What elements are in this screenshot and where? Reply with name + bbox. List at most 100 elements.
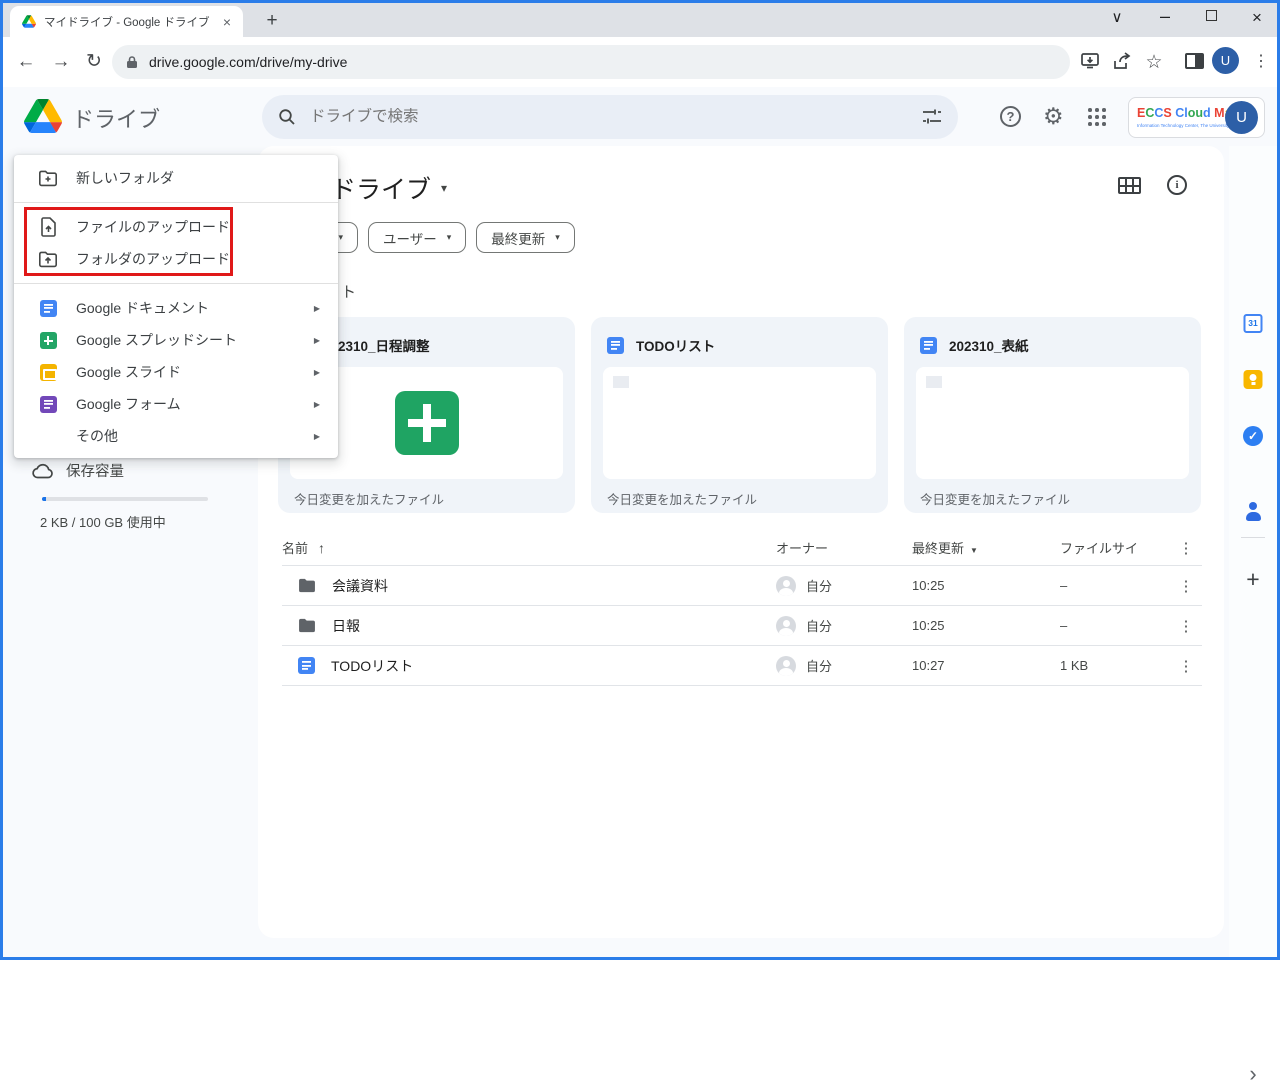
- menu-divider: [14, 202, 338, 203]
- details-info-icon[interactable]: i: [1167, 175, 1187, 195]
- window-close-button[interactable]: ×: [1242, 4, 1272, 32]
- back-button[interactable]: ←: [12, 48, 40, 76]
- tab-close-icon[interactable]: ×: [219, 14, 235, 30]
- card-title: TODOリスト: [636, 339, 716, 354]
- search-options-icon[interactable]: [922, 108, 942, 126]
- suggested-files: 202310_日程調整 今日変更を加えたファイル TODOリスト 今日変更を加え…: [278, 317, 1201, 513]
- google-forms-icon: [39, 395, 57, 413]
- menu-item-google-docs[interactable]: Google ドキュメント ▶: [14, 292, 338, 324]
- google-docs-icon: [39, 299, 57, 317]
- help-icon[interactable]: ?: [1000, 106, 1021, 127]
- contacts-icon[interactable]: [1243, 501, 1263, 521]
- file-size: –: [1060, 618, 1068, 633]
- file-card[interactable]: 202310_表紙 今日変更を加えたファイル: [904, 317, 1201, 513]
- keep-icon[interactable]: [1243, 370, 1263, 389]
- search-icon: [279, 109, 295, 125]
- file-card[interactable]: TODOリスト 今日変更を加えたファイル: [591, 317, 888, 513]
- card-reason: 今日変更を加えたファイル: [294, 493, 445, 507]
- folder-upload-icon: [38, 249, 58, 269]
- folder-icon: [299, 578, 315, 593]
- side-panel-divider: [1241, 537, 1265, 538]
- table-row[interactable]: 日報 自分 10:25 – ⋮: [282, 606, 1202, 646]
- new-tab-button[interactable]: +: [258, 7, 286, 35]
- menu-item-new-folder[interactable]: 新しいフォルダ: [14, 162, 338, 194]
- column-modified[interactable]: 最終更新 ▼: [912, 538, 1060, 557]
- menu-item-folder-upload[interactable]: フォルダのアップロード: [14, 243, 338, 275]
- modified-time: 10:25: [912, 578, 945, 593]
- calendar-icon[interactable]: 31: [1243, 314, 1263, 333]
- column-owner[interactable]: オーナー: [776, 538, 912, 557]
- browser-menu-icon[interactable]: ⋮: [1247, 48, 1275, 76]
- account-badge-logo: ECCS Cloud Mail: [1137, 106, 1238, 120]
- menu-item-google-forms[interactable]: Google フォーム ▶: [14, 388, 338, 420]
- settings-gear-icon[interactable]: ⚙: [1043, 103, 1064, 130]
- row-options-icon[interactable]: ⋮: [1170, 577, 1202, 595]
- list-options-icon[interactable]: ⋮: [1170, 539, 1202, 557]
- storage-progress-fill: [42, 497, 46, 501]
- page-title-caret-icon: ▾: [441, 181, 448, 195]
- owner-name: 自分: [806, 619, 833, 634]
- file-list: 名前 ↑ オーナー 最終更新 ▼ ファイルサイ ⋮ 会議資料 自分 10:25 –…: [282, 530, 1202, 686]
- row-options-icon[interactable]: ⋮: [1170, 617, 1202, 635]
- window-minimize-button[interactable]: –: [1150, 4, 1180, 32]
- storage-item[interactable]: 保存容量: [32, 460, 124, 481]
- reload-button[interactable]: ↻: [80, 48, 108, 76]
- google-apps-grid-icon[interactable]: [1088, 108, 1106, 126]
- tasks-icon[interactable]: ✓: [1243, 426, 1263, 446]
- owner-avatar: [776, 615, 796, 636]
- submenu-arrow-icon: ▶: [313, 303, 320, 313]
- column-name[interactable]: 名前: [282, 538, 308, 557]
- card-reason: 今日変更を加えたファイル: [607, 493, 758, 507]
- table-row[interactable]: TODOリスト 自分 10:27 1 KB ⋮: [282, 646, 1202, 686]
- address-bar[interactable]: drive.google.com/drive/my-drive: [112, 45, 1070, 79]
- tab-title: マイドライブ - Google ドライブ: [44, 16, 210, 29]
- search-input[interactable]: [310, 108, 922, 126]
- menu-item-file-upload[interactable]: ファイルのアップロード: [14, 211, 338, 243]
- tab-search-icon[interactable]: ∨: [1102, 4, 1132, 32]
- google-slides-icon: [39, 363, 57, 381]
- share-icon[interactable]: [1112, 51, 1133, 71]
- menu-item-google-slides[interactable]: Google スライド ▶: [14, 356, 338, 388]
- cloud-icon: [32, 463, 53, 478]
- grid-view-toggle-icon[interactable]: [1118, 177, 1141, 194]
- menu-item-more[interactable]: その他 ▶: [14, 420, 338, 452]
- filter-chip-user[interactable]: ユーザー ▾: [368, 222, 467, 253]
- docs-file-icon: [920, 336, 937, 354]
- owner-avatar: [776, 655, 796, 676]
- row-options-icon[interactable]: ⋮: [1170, 657, 1202, 675]
- google-sheets-icon: [39, 331, 57, 349]
- sheets-logo-icon: [394, 391, 459, 455]
- side-panel-toggle-icon[interactable]: [1185, 53, 1204, 69]
- storage-progress-bar: [42, 497, 208, 501]
- table-row[interactable]: 会議資料 自分 10:25 – ⋮: [282, 566, 1202, 606]
- add-addon-icon[interactable]: +: [1246, 566, 1259, 593]
- file-name: TODOリスト: [331, 657, 414, 674]
- card-preview: [603, 367, 876, 479]
- window-maximize-button[interactable]: [1206, 10, 1217, 21]
- collapse-panel-chevron-icon[interactable]: ›: [1249, 1061, 1256, 1087]
- submenu-arrow-icon: ▶: [313, 335, 320, 345]
- modified-time: 10:27: [912, 658, 945, 673]
- column-size[interactable]: ファイルサイ: [1060, 538, 1170, 557]
- browser-profile-avatar[interactable]: U: [1212, 47, 1239, 74]
- search-bar[interactable]: [262, 95, 958, 139]
- file-name: 会議資料: [332, 577, 388, 594]
- drive-favicon-icon: [22, 15, 36, 28]
- storage-label: 保存容量: [66, 464, 124, 480]
- drive-logo-icon[interactable]: [24, 99, 62, 133]
- browser-tab[interactable]: マイドライブ - Google ドライブ ×: [10, 6, 243, 37]
- file-list-header: 名前 ↑ オーナー 最終更新 ▼ ファイルサイ ⋮: [282, 530, 1202, 566]
- sort-ascending-icon[interactable]: ↑: [318, 540, 325, 556]
- bookmark-star-icon[interactable]: ☆: [1140, 49, 1168, 77]
- card-title: 202310_表紙: [949, 339, 1029, 354]
- modified-time: 10:25: [912, 618, 945, 633]
- docs-file-icon: [298, 657, 315, 674]
- menu-divider: [14, 283, 338, 284]
- card-reason: 今日変更を加えたファイル: [920, 493, 1071, 507]
- forward-button[interactable]: →: [47, 48, 75, 76]
- menu-item-google-sheets[interactable]: Google スプレッドシート ▶: [14, 324, 338, 356]
- install-icon[interactable]: [1080, 51, 1100, 71]
- filter-chip-modified[interactable]: 最終更新 ▾: [476, 222, 575, 253]
- drive-profile-avatar[interactable]: U: [1225, 101, 1258, 134]
- owner-name: 自分: [806, 659, 833, 674]
